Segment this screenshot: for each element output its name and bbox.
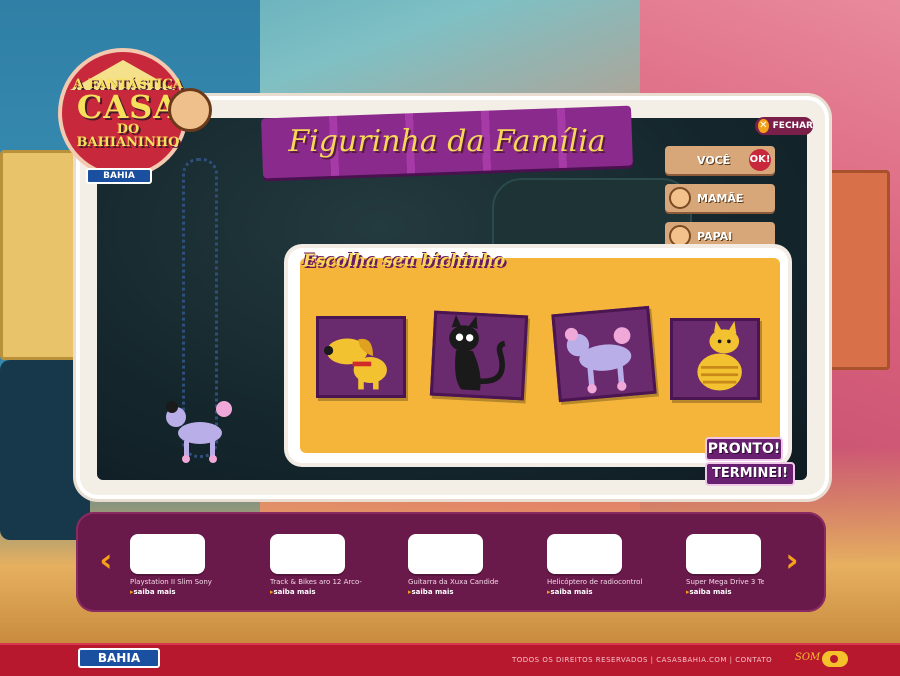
- product-more-link[interactable]: saiba mais: [547, 588, 687, 596]
- speaker-icon[interactable]: [822, 651, 848, 667]
- mascot-icon: [168, 88, 212, 132]
- close-icon: ✕: [758, 119, 769, 133]
- family-item-label: MAMÃE: [697, 191, 744, 205]
- product-item[interactable]: Guitarra da Xuxa Candide saiba mais: [408, 520, 548, 610]
- logo-line-3: DO BAHIANINHO: [76, 122, 180, 150]
- product-more-link[interactable]: saiba mais: [686, 588, 766, 596]
- tabby-cat-icon: [697, 321, 742, 391]
- product-name: Track & Bikes aro 12 Arco-: [270, 578, 362, 586]
- pet-option-poodle[interactable]: [551, 305, 657, 403]
- product-item[interactable]: Playstation II Slim Sony saiba mais: [130, 520, 270, 610]
- family-item-papai[interactable]: PAPAI: [665, 222, 775, 250]
- sound-label: SOM: [795, 652, 821, 663]
- family-item-mamae[interactable]: MAMÃE: [665, 184, 775, 212]
- close-button[interactable]: ✕ FECHAR: [755, 117, 813, 135]
- product-name: Playstation II Slim Sony: [130, 578, 212, 586]
- pet-panel-title: Escolha seu bichinho: [303, 251, 506, 271]
- logo[interactable]: A FANTÁSTICA CASA DO BAHIANINHO BAHIA: [58, 48, 212, 188]
- product-image: [547, 534, 622, 574]
- family-item-voce[interactable]: VOCÊ OK!: [665, 146, 775, 174]
- product-name: Guitarra da Xuxa Candide: [408, 578, 499, 586]
- terminei-button[interactable]: TERMINEI!: [705, 462, 795, 486]
- cat-icon: [449, 314, 506, 391]
- logo-brand: BAHIA: [86, 168, 152, 184]
- footer-logo[interactable]: BAHIA: [78, 648, 160, 668]
- background-chair: [0, 360, 90, 540]
- chevron-right-icon[interactable]: ›: [782, 540, 802, 580]
- chevron-left-icon[interactable]: ‹: [96, 540, 116, 580]
- product-image: [408, 534, 483, 574]
- dog-icon: [323, 338, 387, 390]
- product-image: [130, 534, 205, 574]
- product-more-link[interactable]: saiba mais: [408, 588, 548, 596]
- pet-option-dog[interactable]: [316, 316, 406, 398]
- pronto-button[interactable]: PRONTO!: [705, 437, 783, 461]
- product-image: [270, 534, 345, 574]
- close-label: FECHAR: [772, 121, 813, 131]
- poodle-icon: [564, 327, 632, 394]
- product-name: Helicóptero de radiocontrol: [547, 578, 643, 586]
- footer-links[interactable]: TODOS OS DIREITOS RESERVADOS | CASASBAHI…: [512, 656, 772, 664]
- product-more-link[interactable]: saiba mais: [130, 588, 270, 596]
- page-title: Figurinha da Família: [261, 105, 633, 179]
- product-more-link[interactable]: saiba mais: [270, 588, 410, 596]
- product-image: [686, 534, 761, 574]
- selected-pet-poodle-icon: [166, 401, 232, 463]
- ok-badge: OK!: [749, 149, 771, 171]
- product-item[interactable]: Super Mega Drive 3 Tec To saiba mais: [686, 520, 766, 610]
- avatar: [669, 187, 691, 209]
- title-text: Figurinha da Família: [288, 124, 606, 159]
- family-item-label: VOCÊ: [697, 153, 731, 167]
- avatar: [669, 225, 691, 247]
- pet-option-cat[interactable]: [429, 310, 529, 401]
- product-item[interactable]: Helicóptero de radiocontrol saiba mais: [547, 520, 687, 610]
- pet-option-tabby-cat[interactable]: [670, 318, 760, 400]
- family-item-label: PAPAI: [697, 229, 733, 243]
- product-name: Super Mega Drive 3 Tec To: [686, 578, 764, 586]
- family-list: VOCÊ OK! MAMÃE PAPAI: [665, 146, 775, 260]
- product-item[interactable]: Track & Bikes aro 12 Arco- saiba mais: [270, 520, 410, 610]
